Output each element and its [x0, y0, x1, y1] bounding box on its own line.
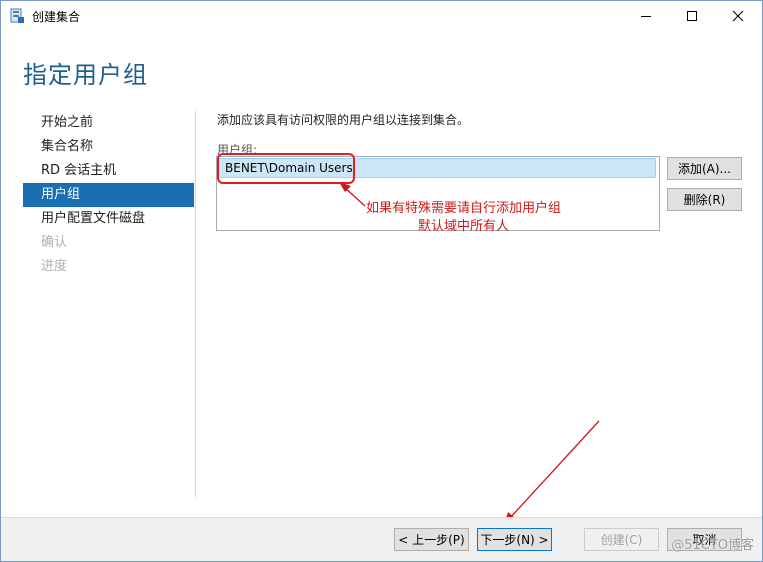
nav-item-confirmation: 确认: [41, 235, 68, 250]
page-title: 指定用户组: [23, 61, 148, 89]
page-description: 添加应该具有访问权限的用户组以连接到集合。: [217, 113, 470, 127]
maximize-icon: [687, 11, 697, 21]
nav-item-progress: 进度: [41, 259, 68, 274]
minimize-icon: [641, 16, 651, 17]
wizard-footer: < 上一步(P) 下一步(N) > 创建(C) 取消: [1, 517, 762, 561]
annotation-note: 如果有特殊需要请自行添加用户组 默认域中所有人: [366, 200, 561, 236]
annotation-highlight-box: [217, 153, 355, 184]
window-title: 创建集合: [32, 10, 81, 24]
maximize-button[interactable]: [669, 1, 715, 31]
nav-item-collection-name[interactable]: 集合名称: [23, 135, 194, 159]
annotation-line-2: 默认域中所有人: [418, 219, 510, 234]
title-bar: 创建集合: [1, 1, 762, 31]
nav-divider: [195, 111, 196, 497]
close-icon: [732, 10, 744, 22]
minimize-button[interactable]: [623, 1, 669, 31]
close-button[interactable]: [715, 1, 761, 31]
create-button: 创建(C): [584, 528, 659, 551]
create-collection-window: 创建集合 指定用户组 开始之前 集合名称 RD 会话主机 用户组 用户配置文件磁…: [0, 0, 763, 562]
nav-item-before-you-begin[interactable]: 开始之前: [23, 111, 194, 135]
server-manager-icon: [10, 8, 24, 23]
next-button[interactable]: 下一步(N) >: [477, 528, 552, 551]
wizard-nav: 开始之前 集合名称 RD 会话主机 用户组 用户配置文件磁盘 确认 进度: [23, 111, 194, 279]
annotation-line-1: 如果有特殊需要请自行添加用户组: [366, 201, 562, 216]
annotation-arrow-to-next: [504, 420, 600, 525]
nav-item-user-profile-disks[interactable]: 用户配置文件磁盘: [23, 207, 194, 231]
nav-item-rd-session-host[interactable]: RD 会话主机: [23, 159, 194, 183]
add-button[interactable]: 添加(A)...: [667, 157, 742, 180]
nav-item-user-groups[interactable]: 用户组: [23, 183, 194, 207]
previous-button[interactable]: < 上一步(P): [394, 528, 469, 551]
remove-button[interactable]: 删除(R): [667, 188, 742, 211]
watermark: @51CTO博客: [671, 538, 754, 553]
